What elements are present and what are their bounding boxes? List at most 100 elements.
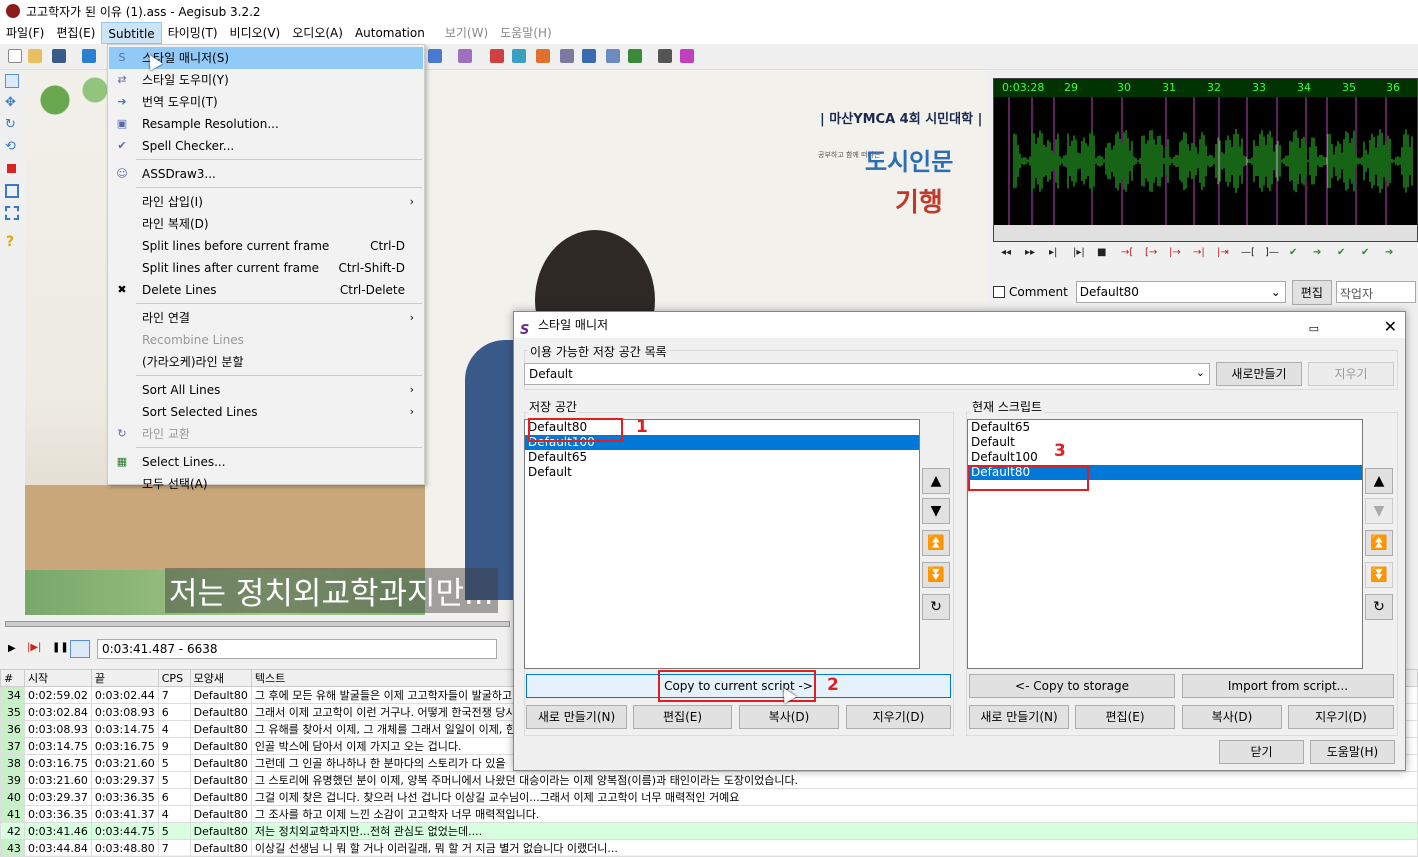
stop-icon[interactable]: ❚❚ (52, 642, 69, 653)
current-new-button[interactable]: 새로 만들기(N) (969, 705, 1069, 729)
scale-tool-icon[interactable] (7, 164, 16, 173)
menu-3[interactable]: 타이밍(T) (162, 22, 224, 44)
table-row[interactable]: 40 0:03:29.37 0:03:36.35 6 Default80 그걸 이제 찾은… (0, 788, 1418, 806)
next-line-icon[interactable]: ▸▸ (1025, 247, 1035, 258)
storage-style-list[interactable]: Default80 Default100 Default65 Default (524, 419, 920, 669)
style-icon[interactable] (512, 49, 526, 63)
jump-icon[interactable] (82, 49, 96, 63)
resample-icon[interactable] (560, 49, 574, 63)
play-begin-icon[interactable]: [→ (1145, 247, 1157, 258)
grid-header-1[interactable]: 시작 (23, 669, 92, 687)
assdraw-icon[interactable] (458, 49, 472, 63)
rotate-xy-tool-icon[interactable]: ⟲ (5, 140, 19, 154)
current-delete-button[interactable]: 지우기(D) (1288, 705, 1394, 729)
audio-scrollbar[interactable] (994, 225, 1417, 241)
delete-storage-button[interactable]: 지우기 (1308, 362, 1394, 386)
copy-to-storage-button[interactable]: <- Copy to storage (969, 674, 1175, 698)
video-seek-bar[interactable] (0, 615, 515, 633)
current-copy-button[interactable]: 복사(D) (1182, 705, 1282, 729)
play-current-icon[interactable]: |▸| (1073, 247, 1085, 258)
sort-button[interactable]: ↻ (922, 594, 950, 620)
current-move-top-button[interactable]: ⏫ (1365, 530, 1393, 556)
spell-icon[interactable] (628, 49, 642, 63)
subtitle-menu-item-6[interactable]: 라인 삽입(I) › (109, 191, 423, 213)
audio-waveform[interactable] (994, 97, 1417, 225)
style-select[interactable]: Default80 ⌄ (1075, 281, 1286, 303)
table-row[interactable]: 41 0:03:36.35 0:03:41.37 4 Default80 그 조사를 하고… (0, 805, 1418, 823)
auto-scroll-icon[interactable]: ➔ (1385, 247, 1393, 258)
play-before-icon[interactable]: →[ (1121, 247, 1133, 258)
open-file-icon[interactable] (28, 49, 42, 63)
new-storage-button[interactable]: 새로만들기 (1216, 362, 1302, 386)
list-item[interactable]: Default100 (968, 450, 1362, 465)
storage-catalog-select[interactable]: Default ⌄ (524, 363, 1210, 385)
subtitle-menu-item-17[interactable]: ▦ Select Lines... (109, 451, 423, 473)
automation-icon[interactable] (428, 49, 442, 63)
subtitle-menu-item-5[interactable]: ☺ ASSDraw3... (109, 163, 423, 185)
video-timecode[interactable]: 0:03:41.487 - 6638 (97, 639, 497, 659)
vector-clip-tool-icon[interactable] (5, 206, 19, 220)
rotate-z-tool-icon[interactable]: ↻ (5, 118, 19, 132)
new-file-icon[interactable] (8, 49, 22, 63)
subtitle-menu-item-18[interactable]: 모두 선택(A) (109, 473, 423, 495)
prev-line-icon[interactable]: ◂◂ (1001, 247, 1011, 258)
close-icon[interactable]: ✕ (1384, 314, 1397, 340)
drag-tool-icon[interactable]: ✥ (5, 96, 19, 110)
current-style-list[interactable]: Default65 Default Default100 Default80 (967, 419, 1363, 669)
autoscroll-icon[interactable] (70, 640, 90, 658)
lead-in-icon[interactable]: —[ (1241, 247, 1255, 258)
subtitle-menu-item-2[interactable]: ➔ 번역 도우미(T) (109, 91, 423, 113)
goto-next-icon[interactable]: ➔ (1313, 247, 1321, 258)
import-from-script-button[interactable]: Import from script... (1182, 674, 1394, 698)
restore-icon[interactable]: ▭ (1309, 316, 1319, 342)
audio-icon[interactable] (490, 49, 504, 63)
play-end-icon[interactable]: |→ (1169, 247, 1181, 258)
current-move-bottom-button[interactable]: ⏬ (1365, 562, 1393, 588)
storage-copy-button[interactable]: 복사(D) (739, 705, 839, 729)
menu-2[interactable]: Subtitle (101, 22, 162, 44)
subtitle-menu-item-3[interactable]: ▣ Resample Resolution... (109, 113, 423, 135)
close-button[interactable]: 닫기 (1219, 740, 1304, 764)
subtitle-menu-item-14[interactable]: Sort All Lines › (109, 379, 423, 401)
subtitle-menu-item-13[interactable]: (가라오케)라인 분할 (109, 351, 423, 373)
comment-checkbox[interactable] (993, 286, 1005, 298)
subtitle-menu-item-10[interactable]: ✖ Delete Lines Ctrl-Delete (109, 279, 423, 301)
standard-tool-icon[interactable] (5, 74, 19, 88)
menu-6[interactable]: Automation (349, 22, 431, 44)
auto-next-icon[interactable]: ✔ (1361, 247, 1369, 258)
lead-out-icon[interactable]: ]— (1265, 247, 1279, 258)
grid-header-2[interactable]: 끝 (90, 669, 159, 687)
storage-delete-button[interactable]: 지우기(D) (846, 705, 951, 729)
translate-icon[interactable] (536, 49, 550, 63)
menu-5[interactable]: 오디오(A) (286, 22, 349, 44)
menu-0[interactable]: 파일(F) (0, 22, 50, 44)
table-row[interactable]: 42 0:03:41.46 0:03:44.75 5 Default80 저는 정치외교학… (0, 822, 1418, 840)
clip-tool-icon[interactable] (5, 184, 19, 198)
storage-edit-button[interactable]: 편집(E) (633, 705, 732, 729)
timer-icon[interactable] (582, 49, 596, 63)
kanji-icon[interactable] (606, 49, 620, 63)
edit-style-button[interactable]: 편집 (1291, 279, 1332, 305)
audio-display[interactable]: 0:03:28 29 30 31 32 33 34 35 36 (993, 78, 1418, 242)
subtitle-menu-item-4[interactable]: ✔ Spell Checker... (109, 135, 423, 157)
tools-icon[interactable] (658, 49, 672, 63)
list-item[interactable]: Default (525, 465, 919, 480)
storage-new-button[interactable]: 새로 만들기(N) (526, 705, 627, 729)
move-bottom-button[interactable]: ⏬ (922, 562, 950, 588)
list-item[interactable]: Default65 (525, 450, 919, 465)
grid-header-3[interactable]: CPS (157, 669, 191, 687)
grid-header-0[interactable]: # (0, 669, 25, 687)
list-item[interactable]: Default65 (968, 420, 1362, 435)
current-move-up-button[interactable]: ▲ (1365, 468, 1393, 494)
actor-field[interactable]: 작업자 (1335, 281, 1416, 303)
subtitle-menu-item-8[interactable]: Split lines before current frame Ctrl-D (109, 235, 423, 257)
lua-icon[interactable] (680, 49, 694, 63)
play-to-end-icon[interactable]: |⇥ (1217, 247, 1229, 258)
move-down-button[interactable]: ▼ (922, 498, 950, 524)
subtitle-menu-item-15[interactable]: Sort Selected Lines › (109, 401, 423, 423)
move-up-button[interactable]: ▲ (922, 468, 950, 494)
save-icon[interactable] (52, 49, 66, 63)
menu-1[interactable]: 편집(E) (50, 22, 101, 44)
grid-header-4[interactable]: 모양새 (189, 669, 252, 687)
commit-icon[interactable]: ✔ (1289, 247, 1297, 258)
